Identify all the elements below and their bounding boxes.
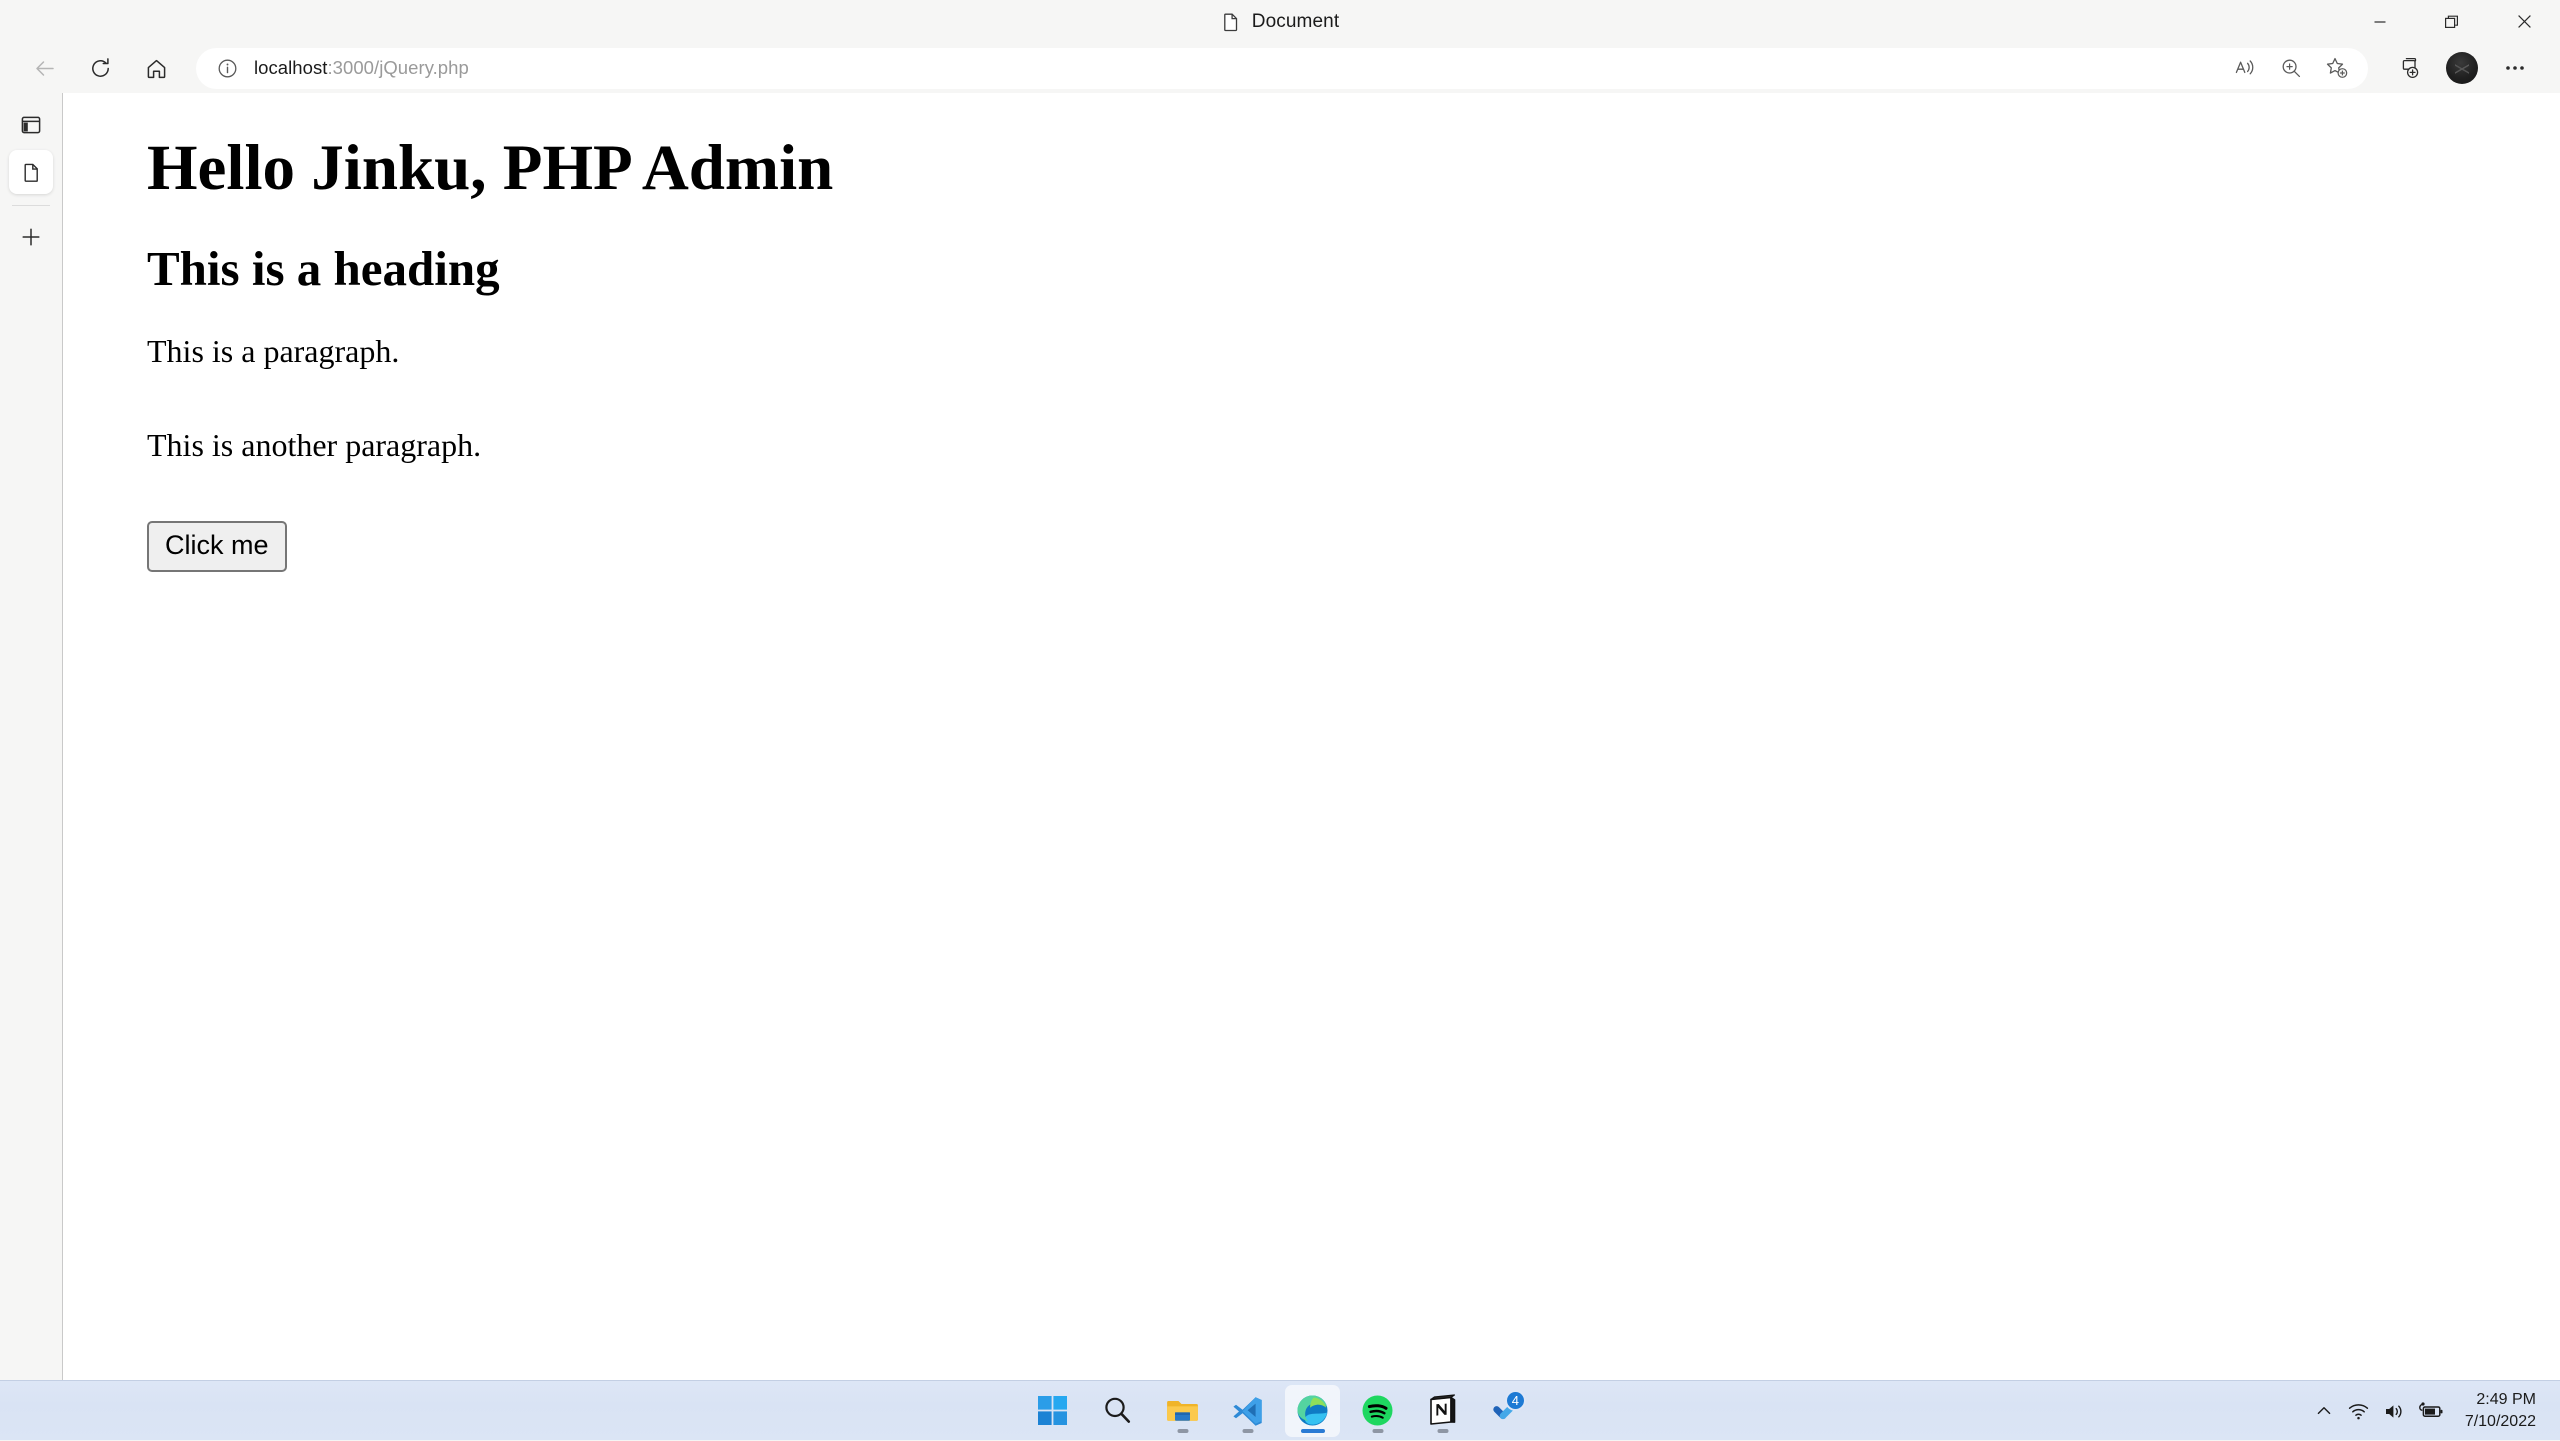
close-button[interactable] [2488, 0, 2560, 43]
title-bar: Document [0, 0, 2560, 43]
system-tray: 2:49 PM 7/10/2022 [2307, 1381, 2546, 1441]
url-host: localhost [254, 57, 328, 78]
rendered-web-page: Hello Jinku, PHP Admin This is a heading… [63, 136, 2560, 572]
back-button[interactable] [16, 45, 72, 91]
volume-icon[interactable] [2376, 1390, 2411, 1432]
vscode-icon [1231, 1394, 1264, 1427]
running-indicator [1437, 1428, 1448, 1433]
running-indicator [1177, 1428, 1188, 1433]
windows-taskbar: 4 2:49 PM 7/10/2022 [0, 1380, 2560, 1440]
active-indicator [1300, 1428, 1325, 1433]
clock[interactable]: 2:49 PM 7/10/2022 [2451, 1388, 2546, 1434]
search-icon [1101, 1394, 1134, 1427]
spotify-button[interactable] [1350, 1385, 1405, 1437]
tab-title: Document [1251, 10, 1340, 32]
minimize-button[interactable] [2344, 0, 2416, 43]
folder-icon [1166, 1394, 1199, 1427]
start-button[interactable] [1025, 1385, 1080, 1437]
spotify-icon [1361, 1394, 1394, 1427]
checkmark-icon: 4 [1491, 1390, 1526, 1427]
page-paragraph-1: This is a paragraph. [147, 333, 400, 369]
windows-icon [1036, 1394, 1069, 1427]
taskbar-items: 4 [1020, 1381, 1540, 1441]
zoom-icon[interactable] [2268, 51, 2314, 86]
site-info-icon[interactable] [210, 51, 244, 85]
sidebar-item-tab-document[interactable] [9, 150, 53, 194]
address-bar-actions [2222, 51, 2360, 86]
running-indicator [1372, 1428, 1383, 1433]
collections-icon[interactable] [2384, 45, 2436, 91]
profile-avatar[interactable] [2446, 52, 2478, 84]
notion-button[interactable] [1415, 1385, 1470, 1437]
vs-code-button[interactable] [1220, 1385, 1275, 1437]
url-text[interactable]: localhost:3000/jQuery.php [254, 57, 2222, 79]
favorite-star-icon[interactable] [2314, 51, 2360, 86]
notion-icon [1426, 1394, 1459, 1427]
new-tab-button[interactable] [9, 215, 53, 259]
sidebar-divider [12, 205, 50, 206]
edge-icon [1296, 1394, 1329, 1427]
notification-badge: 4 [1504, 1390, 1526, 1411]
page-heading: This is a heading [147, 241, 500, 296]
clock-time: 2:49 PM [2476, 1390, 2536, 1408]
toolbar-right-actions [2384, 45, 2542, 91]
browser-window: Document localhost:3000/jQuery.php Hello… [0, 0, 2560, 1380]
read-aloud-icon[interactable] [2222, 51, 2268, 86]
wifi-icon[interactable] [2341, 1390, 2376, 1432]
file-explorer-button[interactable] [1155, 1385, 1210, 1437]
taskbar-search-button[interactable] [1090, 1385, 1145, 1437]
page-paragraph-2: This is another paragraph. [147, 427, 482, 464]
restore-button[interactable] [2416, 0, 2488, 43]
browser-body: Hello Jinku, PHP Admin This is a heading… [0, 93, 2560, 1380]
browser-toolbar: localhost:3000/jQuery.php [0, 43, 2560, 93]
page-title: Hello Jinku, PHP Admin [147, 132, 834, 204]
window-controls [2344, 0, 2560, 43]
battery-charging-icon[interactable] [2411, 1390, 2451, 1432]
refresh-button[interactable] [72, 45, 128, 91]
click-me-button[interactable]: Click me [147, 521, 287, 572]
home-button[interactable] [128, 45, 184, 91]
url-path: :3000/jQuery.php [327, 57, 469, 78]
todo-app-button[interactable]: 4 [1480, 1385, 1535, 1437]
document-icon [1221, 12, 1241, 32]
clock-date: 7/10/2022 [2464, 1413, 2536, 1430]
show-hidden-icons-button[interactable] [2307, 1390, 2341, 1432]
settings-and-more-icon[interactable] [2488, 45, 2542, 91]
vertical-tab-strip [0, 93, 62, 1380]
address-bar[interactable]: localhost:3000/jQuery.php [196, 47, 2368, 89]
browser-tab[interactable]: Document [1221, 11, 1339, 33]
vertical-tabs-toggle-button[interactable] [9, 103, 53, 147]
microsoft-edge-button[interactable] [1285, 1384, 1340, 1437]
running-indicator [1242, 1428, 1253, 1433]
page-viewport: Hello Jinku, PHP Admin This is a heading… [62, 93, 2560, 1380]
